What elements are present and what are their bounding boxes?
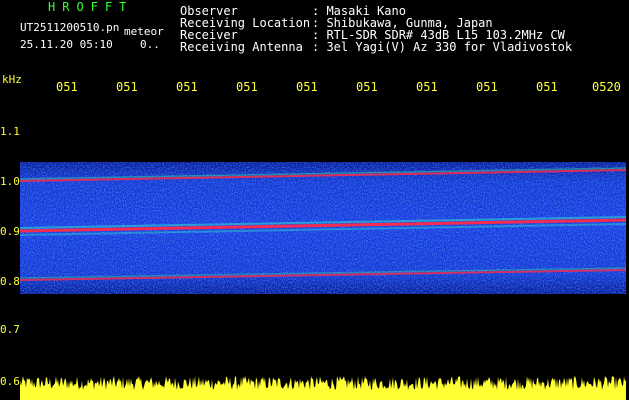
empty-region xyxy=(20,312,626,382)
antenna-label: Receiving Antenna xyxy=(180,40,303,54)
y-tick-0.9: 0.9 xyxy=(0,225,20,238)
meteor-label: meteor xyxy=(124,25,164,38)
file-name: UT2511200510.pn xyxy=(20,21,120,34)
y-tick-1.1: 1.1 xyxy=(0,125,20,138)
y-tick-0.7: 0.7 xyxy=(0,323,20,336)
y-tick-0.6: 0.6 xyxy=(0,375,20,388)
antenna-value: : 3el Yagi(V) Az 330 for Vladivostok xyxy=(312,40,573,54)
spectrogram-plot xyxy=(20,92,626,400)
count-value: 0.. xyxy=(140,38,160,51)
spectrogram-svg xyxy=(20,162,626,400)
date-time: 25.11.20 05:10 xyxy=(20,38,113,51)
app-title: HROFFT xyxy=(48,0,134,14)
y-tick-0.8: 0.8 xyxy=(0,275,20,288)
y-tick-1.0: 1.0 xyxy=(0,175,20,188)
y-axis-unit: kHz xyxy=(2,73,22,86)
